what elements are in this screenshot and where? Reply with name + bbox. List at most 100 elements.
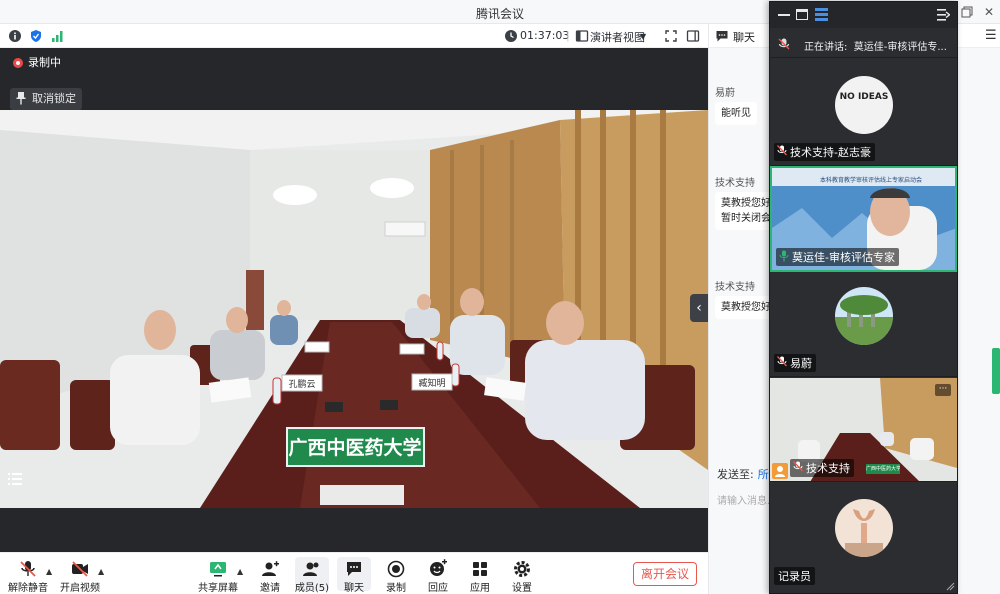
participant-name-label: 易蔚 xyxy=(790,357,812,370)
speaking-name: 莫运佳-审核评估专... xyxy=(853,42,947,53)
clock-icon xyxy=(505,30,517,42)
unmute-button[interactable]: 解除静音 xyxy=(8,557,48,594)
chevron-up-icon[interactable]: ▲ xyxy=(237,567,243,576)
camera-off-icon xyxy=(72,561,88,577)
bottom-toolbar: 解除静音 ▲ 开启视频 ▲ 共享屏幕 ▲ 邀请 成员(5) 聊天 录制 回应 应… xyxy=(0,552,708,594)
volume-indicator xyxy=(992,348,1000,394)
participant-tile[interactable]: 易蔚 xyxy=(770,273,957,377)
restore-icon[interactable] xyxy=(958,3,976,21)
participant-tile-active[interactable]: 本科教育教学审核评估线上专家启动会 莫运佳-审核评估专家 xyxy=(770,166,957,272)
share-screen-icon xyxy=(210,562,226,577)
host-badge-icon xyxy=(772,463,788,479)
invite-icon xyxy=(262,561,279,576)
avatar-text: NO IDEAS xyxy=(839,92,889,102)
meeting-timer: 01:37:03 xyxy=(520,29,570,42)
view-mode-dropdown[interactable]: 演讲者视图 xyxy=(590,29,645,45)
settings-button[interactable]: 设置 xyxy=(505,557,539,594)
leave-meeting-button[interactable]: 离开会议 xyxy=(633,562,697,586)
gear-icon xyxy=(514,561,530,577)
speaking-prefix: 正在讲话: xyxy=(804,42,848,53)
chat-input[interactable]: 请输入消息... xyxy=(717,492,777,507)
video-banner-text: 本科教育教学审核评估线上专家启动会 xyxy=(820,177,923,184)
participant-tile[interactable]: ··· 技术支持 广西中医药大学 xyxy=(770,378,957,482)
participant-name: 技术支持-赵志豪 xyxy=(774,143,875,161)
sidebar-toggle-icon[interactable] xyxy=(686,29,700,43)
chat-icon xyxy=(347,562,361,576)
meeting-info-bar: 01:37:03 | 演讲者视图 ▼ xyxy=(0,24,708,48)
microphone-muted-icon xyxy=(20,561,36,577)
microphone-icon xyxy=(779,250,789,262)
minimize-icon[interactable] xyxy=(778,14,790,16)
share-screen-button[interactable]: 共享屏幕 xyxy=(198,557,238,594)
chevron-down-icon[interactable]: ▼ xyxy=(640,32,646,41)
participant-name: 易蔚 xyxy=(774,354,816,372)
close-icon[interactable]: ✕ xyxy=(980,3,998,21)
participant-tile[interactable]: NO IDEAS 技术支持-赵志豪 xyxy=(770,62,957,166)
unpin-button[interactable]: 取消锁定 xyxy=(10,88,82,110)
video-banner-text: 广西中医药大学 xyxy=(866,464,900,474)
message-sender: 技术支持 xyxy=(715,178,755,189)
list-icon[interactable] xyxy=(4,468,26,490)
resize-handle-icon[interactable] xyxy=(945,581,955,591)
record-dot-icon xyxy=(13,58,23,68)
send-to-selector[interactable]: 发送至: 所 xyxy=(717,466,769,482)
divider: | xyxy=(566,29,570,42)
send-to-label: 发送至: xyxy=(717,468,754,481)
microphone-muted-icon xyxy=(778,38,790,50)
main-video-feed: 孔鹏云 臧知明 广西中医药大学 xyxy=(0,110,708,508)
record-button[interactable]: 录制 xyxy=(379,557,413,594)
list-view-icon[interactable] xyxy=(815,8,828,21)
members-button[interactable]: 成员(5) xyxy=(295,557,329,594)
chevron-up-icon[interactable]: ▲ xyxy=(98,567,104,576)
chat-icon xyxy=(716,31,728,42)
fullscreen-icon[interactable] xyxy=(664,29,678,43)
banner-text: 广西中医药大学 xyxy=(288,436,421,459)
participant-gallery-window[interactable]: 正在讲话: 莫运佳-审核评估专... NO IDEAS 技术支持-赵志豪 本科教… xyxy=(769,1,958,594)
chat-title: 聊天 xyxy=(733,31,755,44)
recording-label: 录制中 xyxy=(28,56,61,69)
participant-name-label: 莫运佳-审核评估专家 xyxy=(792,251,895,264)
message-sender: 易蔚 xyxy=(715,88,735,99)
more-options-icon[interactable]: ··· xyxy=(935,384,951,396)
apps-button[interactable]: 应用 xyxy=(463,557,497,594)
menu-icon[interactable]: ☰ xyxy=(985,28,997,43)
video-stage: 录制中 取消锁定 孔鹏云 臧知明 广西中医药大学 ‹ xyxy=(0,48,708,552)
participant-name: 莫运佳-审核评估专家 xyxy=(776,248,899,266)
pin-icon xyxy=(16,92,26,105)
chevron-up-icon[interactable]: ▲ xyxy=(46,567,52,576)
participant-name: 技术支持 xyxy=(790,459,854,477)
settings-label: 设置 xyxy=(512,583,532,594)
unmute-label: 解除静音 xyxy=(8,583,48,594)
recording-indicator: 录制中 xyxy=(10,54,61,72)
info-icon[interactable] xyxy=(8,29,22,43)
collapse-right-icon[interactable] xyxy=(937,9,950,21)
microphone-muted-icon xyxy=(777,356,787,367)
microphone-muted-icon xyxy=(777,145,787,156)
speaker-view-icon[interactable] xyxy=(575,29,589,43)
participant-name: 记录员 xyxy=(774,567,815,585)
members-icon xyxy=(303,562,319,576)
send-to-target[interactable]: 所 xyxy=(758,468,769,481)
microphone-muted-icon xyxy=(793,461,803,472)
collapse-panel-button[interactable]: ‹ xyxy=(690,294,708,322)
window-icon[interactable] xyxy=(796,9,808,20)
participant-name-label: 技术支持-赵志豪 xyxy=(790,146,871,159)
participant-tile[interactable]: 记录员 xyxy=(770,483,957,593)
shield-icon[interactable] xyxy=(29,29,43,43)
invite-button[interactable]: 邀请 xyxy=(253,557,287,594)
signal-icon[interactable] xyxy=(51,29,65,43)
apps-icon xyxy=(473,562,487,576)
gallery-toolbar xyxy=(770,2,957,28)
reactions-button[interactable]: 回应 xyxy=(421,557,455,594)
active-speaker-bar: 正在讲话: 莫运佳-审核评估专... xyxy=(770,30,957,58)
chat-button[interactable]: 聊天 xyxy=(337,557,371,594)
participant-name-label: 技术支持 xyxy=(806,462,850,475)
nameplate-text: 孔鹏云 xyxy=(288,378,315,390)
avatar xyxy=(835,287,893,345)
reaction-icon xyxy=(430,559,447,576)
message-sender: 技术支持 xyxy=(715,282,755,293)
unpin-label: 取消锁定 xyxy=(32,92,76,105)
start-video-button[interactable]: 开启视频 xyxy=(60,557,100,594)
message-bubble: 莫教授您好 xyxy=(715,296,777,319)
share-screen-label: 共享屏幕 xyxy=(198,583,238,594)
